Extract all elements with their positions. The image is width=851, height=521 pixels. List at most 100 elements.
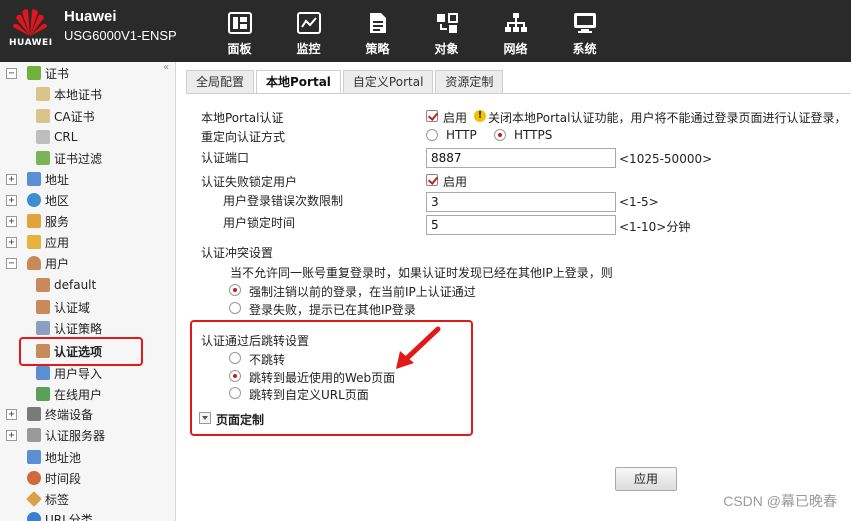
nav-label: 对象 [434,42,459,56]
sidebar-item-tag[interactable]: 标签 [26,489,70,509]
user-default-icon [36,278,50,292]
auth-domain-icon [36,300,50,314]
sidebar-item-address[interactable]: + 地址 [6,169,69,189]
tab-global-config[interactable]: 全局配置 [186,70,255,93]
sidebar-item-user[interactable]: − 用户 [6,253,69,273]
collapse-sidebar-icon[interactable]: « [163,62,175,74]
redirect-custom-url-label: 跳转到自定义URL页面 [249,388,369,402]
service-icon [27,214,41,228]
brand: Huawei USG6000V1-ENSP [64,8,177,43]
page-custom-toggle-icon[interactable] [199,412,211,424]
local-portal-enable-checkbox[interactable] [426,110,438,122]
conflict-force-logout-label: 强制注销以前的登录，在当前IP上认证通过 [249,285,476,299]
redirect-after-auth-label: 认证通过后跳转设置 [201,334,310,348]
tab-divider [186,93,851,94]
sidebar-item-address-pool[interactable]: 地址池 [27,447,81,467]
conflict-login-fail-radio[interactable] [229,302,241,314]
tab-resource-custom[interactable]: 资源定制 [435,70,504,93]
sidebar: « − 证书 本地证书 CA证书 CRL 证书过滤 + 地址 + 地区 + 服务… [0,62,176,521]
sidebar-item-label: 地址池 [45,450,82,465]
collapse-icon[interactable]: − [6,67,17,79]
nav-object[interactable]: 对象 [412,0,481,62]
sidebar-item-label: 认证域 [54,300,91,315]
expand-icon[interactable]: + [6,236,17,248]
system-icon [573,12,597,37]
sidebar-item-user-import[interactable]: 用户导入 [36,363,102,383]
redirect-recent-web-radio[interactable] [229,370,241,382]
tab-local-portal[interactable]: 本地Portal [256,70,341,94]
expand-icon[interactable]: + [6,194,17,206]
apply-button[interactable]: 应用 [615,467,677,491]
sidebar-item-crl[interactable]: CRL [36,127,77,147]
sidebar-item-label: 地区 [45,193,70,208]
auth-port-label: 认证端口 [201,151,250,165]
max-attempts-input[interactable]: 3 [426,192,616,212]
crl-icon [36,130,50,144]
ca-cert-icon [36,109,50,123]
sidebar-item-label: 标签 [45,492,70,507]
nav-dashboard[interactable]: 面板 [205,0,274,62]
lock-time-input[interactable]: 5 [426,215,616,235]
clock-icon [27,471,41,485]
sidebar-item-label: 用户导入 [54,366,103,381]
redirect-https-radio[interactable] [494,129,506,141]
sidebar-item-cert-filter[interactable]: 证书过滤 [36,148,102,168]
local-portal-label: 本地Portal认证 [201,111,284,125]
sidebar-item-default[interactable]: default [36,275,96,295]
expand-icon[interactable]: + [6,215,17,227]
sidebar-item-label: 用户 [45,256,70,271]
cert-filter-icon [36,151,50,165]
sidebar-item-time-range[interactable]: 时间段 [27,468,81,488]
address-icon [27,172,41,186]
conflict-description: 当不允许同一账号重复登录时，如果认证时发现已经在其他IP上登录，则 [230,266,613,280]
sidebar-item-label: 本地证书 [54,87,103,102]
local-cert-icon [36,87,50,101]
sidebar-item-local-cert[interactable]: 本地证书 [36,84,102,104]
auth-port-hint: <1025-50000> [619,152,713,166]
nav-policy[interactable]: 策略 [343,0,412,62]
auth-port-input[interactable]: 8887 [426,148,616,168]
redirect-https-label: HTTPS [514,128,553,142]
tab-custom-portal[interactable]: 自定义Portal [342,70,434,93]
no-redirect-radio[interactable] [229,352,241,364]
sidebar-item-auth-domain[interactable]: 认证域 [36,297,90,317]
expand-icon[interactable]: + [6,173,17,185]
lock-time-label: 用户锁定时间 [223,216,296,230]
policy-doc-icon [368,12,388,37]
device-model: USG6000V1-ENSP [64,28,177,43]
collapse-icon[interactable]: − [6,257,17,269]
nav-network[interactable]: 网络 [481,0,550,62]
sidebar-item-label: URL分类 [45,512,93,521]
nav-label: 面板 [227,42,252,56]
address-pool-icon [27,450,41,464]
sidebar-item-region[interactable]: + 地区 [6,190,69,210]
nav-monitor[interactable]: 监控 [274,0,343,62]
redirect-custom-url-radio[interactable] [229,387,241,399]
redirect-http-radio[interactable] [426,129,438,141]
warning-icon: ! [474,110,486,122]
sidebar-item-online-users[interactable]: 在线用户 [36,384,102,404]
conflict-label: 认证冲突设置 [201,246,274,260]
expand-icon[interactable]: + [6,408,17,420]
conflict-force-logout-radio[interactable] [229,284,241,296]
sidebar-item-label: 终端设备 [45,407,94,422]
nav-system[interactable]: 系统 [550,0,619,62]
lock-user-enable-checkbox[interactable] [426,174,438,186]
sidebar-item-application[interactable]: + 应用 [6,232,69,252]
sidebar-item-label: 认证服务器 [45,428,106,443]
tab-bar: 全局配置 本地Portal 自定义Portal 资源定制 [186,70,505,94]
sidebar-item-certificate[interactable]: − 证书 [6,63,69,83]
region-globe-icon [27,193,41,207]
expand-icon[interactable]: + [6,429,17,441]
sidebar-item-service[interactable]: + 服务 [6,211,69,231]
sidebar-item-ca-cert[interactable]: CA证书 [36,106,95,126]
sidebar-item-label: 证书 [45,66,70,81]
nav-label: 系统 [572,42,597,56]
auth-server-icon [27,428,41,442]
sidebar-item-url-category[interactable]: URL分类 [27,509,93,521]
sidebar-item-terminal[interactable]: + 终端设备 [6,404,93,424]
sidebar-item-auth-policy[interactable]: 认证策略 [36,318,102,338]
monitor-chart-icon [296,12,321,37]
sidebar-item-auth-server[interactable]: + 认证服务器 [6,425,105,445]
page-custom-label[interactable]: 页面定制 [216,411,264,428]
